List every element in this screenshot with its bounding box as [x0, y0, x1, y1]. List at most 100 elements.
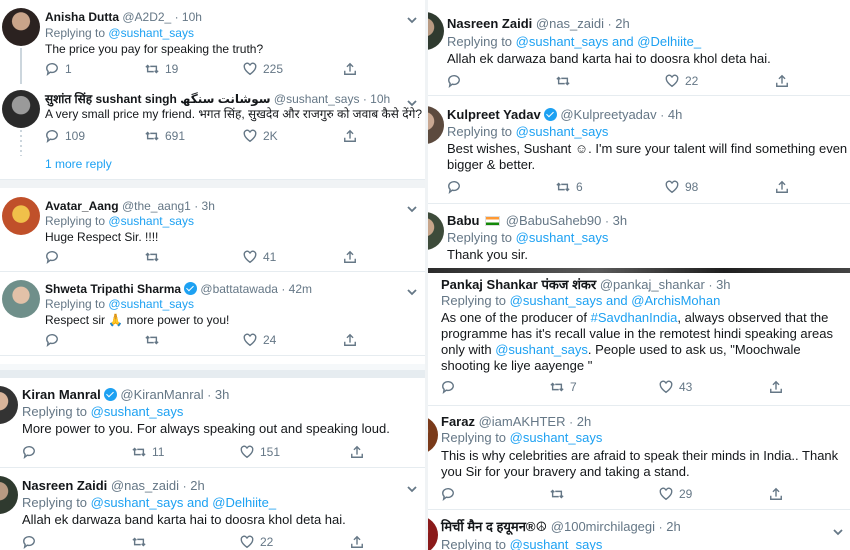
- author-name[interactable]: Faraz: [441, 414, 475, 429]
- avatar[interactable]: [2, 280, 40, 318]
- author-name[interactable]: Nasreen Zaidi: [22, 478, 107, 493]
- reply-button[interactable]: [447, 74, 467, 88]
- author-name[interactable]: Kulpreet Yadav: [447, 107, 541, 122]
- timestamp[interactable]: 10h: [370, 92, 390, 106]
- tweet-shweta-tripathi[interactable]: Shweta Tripathi Sharma @battatawada · 42…: [0, 272, 425, 356]
- like-button[interactable]: 98: [665, 180, 698, 194]
- like-button[interactable]: 41: [243, 250, 276, 264]
- timestamp[interactable]: 2h: [577, 414, 591, 429]
- author-handle[interactable]: @sushant_says: [274, 92, 360, 106]
- author-name[interactable]: Kiran Manral: [22, 387, 101, 402]
- more-replies-link[interactable]: 1 more reply: [45, 157, 112, 171]
- retweet-button[interactable]: 6: [556, 180, 583, 194]
- reply-button[interactable]: [441, 487, 461, 501]
- avatar[interactable]: [428, 12, 444, 50]
- like-button[interactable]: 225: [243, 62, 283, 76]
- author-handle[interactable]: @100mirchilagegi: [551, 519, 655, 534]
- author-handle[interactable]: @A2D2_: [122, 10, 171, 24]
- reply-button[interactable]: [45, 333, 65, 347]
- author-name[interactable]: मिर्ची मैन द हयूमन®☮: [441, 519, 547, 534]
- share-button[interactable]: [343, 129, 357, 143]
- author-handle[interactable]: @pankaj_shankar: [600, 277, 705, 292]
- replying-to-link[interactable]: @sushant_says: [108, 214, 194, 228]
- reply-button[interactable]: 1: [45, 62, 72, 76]
- avatar[interactable]: [428, 516, 438, 550]
- replying-to-link[interactable]: @sushant_says and @ArchisMohan: [510, 293, 721, 308]
- reply-button[interactable]: [45, 250, 65, 264]
- chevron-down-icon[interactable]: [407, 95, 417, 107]
- like-button[interactable]: 151: [240, 445, 280, 459]
- retweet-button[interactable]: 11: [132, 445, 164, 459]
- author-handle[interactable]: @KiranManral: [120, 387, 203, 402]
- share-button[interactable]: [343, 62, 357, 76]
- avatar[interactable]: [2, 197, 40, 235]
- replying-to-link[interactable]: @sushant_says and @Delhiite_: [91, 495, 276, 510]
- retweet-button[interactable]: 7: [550, 380, 577, 394]
- replying-to-link[interactable]: @sushant_says: [108, 26, 194, 40]
- author-name[interactable]: Avatar_Aang: [45, 199, 119, 213]
- timestamp[interactable]: 3h: [716, 277, 730, 292]
- like-button[interactable]: 22: [665, 74, 698, 88]
- replying-to-link[interactable]: @sushant_says: [108, 297, 194, 311]
- tweet-nasreen-zaidi[interactable]: Nasreen Zaidi @nas_zaidi · 2h Replying t…: [428, 0, 850, 96]
- tweet-faraz[interactable]: Faraz @iamAKHTER · 2h Replying to @susha…: [428, 406, 850, 510]
- author-handle[interactable]: @iamAKHTER: [479, 414, 566, 429]
- avatar[interactable]: [0, 386, 18, 424]
- like-button[interactable]: 22: [240, 535, 273, 549]
- reply-button[interactable]: [441, 380, 461, 394]
- tweet-kulpreet-yadav[interactable]: Kulpreet Yadav @Kulpreetyadav · 4h Reply…: [428, 96, 850, 204]
- retweet-button[interactable]: [556, 74, 576, 88]
- chevron-down-icon[interactable]: [407, 201, 417, 213]
- tweet-kiran-manral[interactable]: Kiran Manral @KiranManral · 3h Replying …: [0, 378, 425, 468]
- author-name[interactable]: Pankaj Shankar पंकज शंकर: [441, 277, 596, 292]
- timestamp[interactable]: 2h: [190, 478, 204, 493]
- avatar[interactable]: [428, 416, 438, 454]
- tweet-sushant-singh[interactable]: सुशांत सिंह sushant singh سوشانت سنگھ @s…: [0, 84, 425, 180]
- avatar[interactable]: [428, 212, 444, 250]
- reply-button[interactable]: [22, 535, 42, 549]
- tweet-nasreen-zaidi[interactable]: Nasreen Zaidi @nas_zaidi · 2h Replying t…: [0, 468, 425, 550]
- author-handle[interactable]: @BabuSaheb90: [506, 213, 602, 228]
- replying-to-link[interactable]: @sushant_says and @Delhiite_: [516, 34, 701, 49]
- like-button[interactable]: 24: [243, 333, 276, 347]
- hashtag-link[interactable]: #SavdhanIndia: [591, 310, 678, 325]
- reply-button[interactable]: [22, 445, 42, 459]
- chevron-down-icon[interactable]: [833, 524, 843, 536]
- tweet-babu[interactable]: Babu @BabuSaheb90 · 3h Replying to @sush…: [428, 204, 850, 268]
- share-button[interactable]: [775, 180, 789, 194]
- share-button[interactable]: [350, 445, 364, 459]
- author-handle[interactable]: @nas_zaidi: [536, 16, 604, 31]
- author-name[interactable]: Anisha Dutta: [45, 10, 119, 24]
- share-button[interactable]: [769, 487, 783, 501]
- author-handle[interactable]: @nas_zaidi: [111, 478, 179, 493]
- timestamp[interactable]: 3h: [613, 213, 627, 228]
- timestamp[interactable]: 2h: [615, 16, 629, 31]
- avatar[interactable]: [2, 90, 40, 128]
- replying-to-link[interactable]: @sushant_says: [516, 124, 609, 139]
- tweet-anisha-dutta[interactable]: Anisha Dutta @A2D2_ · 10h Replying to @s…: [0, 0, 425, 84]
- chevron-down-icon[interactable]: [407, 284, 417, 296]
- timestamp[interactable]: 2h: [666, 519, 680, 534]
- retweet-button[interactable]: 691: [145, 129, 185, 143]
- retweet-button[interactable]: [132, 535, 152, 549]
- share-button[interactable]: [769, 380, 783, 394]
- chevron-down-icon[interactable]: [407, 481, 417, 493]
- timestamp[interactable]: 42m: [289, 282, 312, 296]
- retweet-button[interactable]: [550, 487, 570, 501]
- retweet-button[interactable]: 19: [145, 62, 178, 76]
- replying-to-link[interactable]: @sushant_says: [516, 230, 609, 245]
- share-button[interactable]: [343, 250, 357, 264]
- timestamp[interactable]: 3h: [202, 199, 215, 213]
- replying-to-link[interactable]: @sushant_says: [510, 430, 603, 445]
- share-button[interactable]: [350, 535, 364, 549]
- author-handle[interactable]: @Kulpreetyadav: [560, 107, 656, 122]
- timestamp[interactable]: 10h: [182, 10, 202, 24]
- author-name[interactable]: Babu: [447, 213, 480, 228]
- avatar[interactable]: [428, 106, 444, 144]
- avatar[interactable]: [2, 8, 40, 46]
- tweet-pankaj-shankar[interactable]: Pankaj Shankar पंकज शंकर @pankaj_shankar…: [428, 273, 850, 406]
- timestamp[interactable]: 4h: [668, 107, 682, 122]
- author-name[interactable]: सुशांत सिंह sushant singh سوشانت سنگھ: [45, 92, 271, 106]
- reply-button[interactable]: [447, 180, 467, 194]
- author-name[interactable]: Shweta Tripathi Sharma: [45, 282, 181, 296]
